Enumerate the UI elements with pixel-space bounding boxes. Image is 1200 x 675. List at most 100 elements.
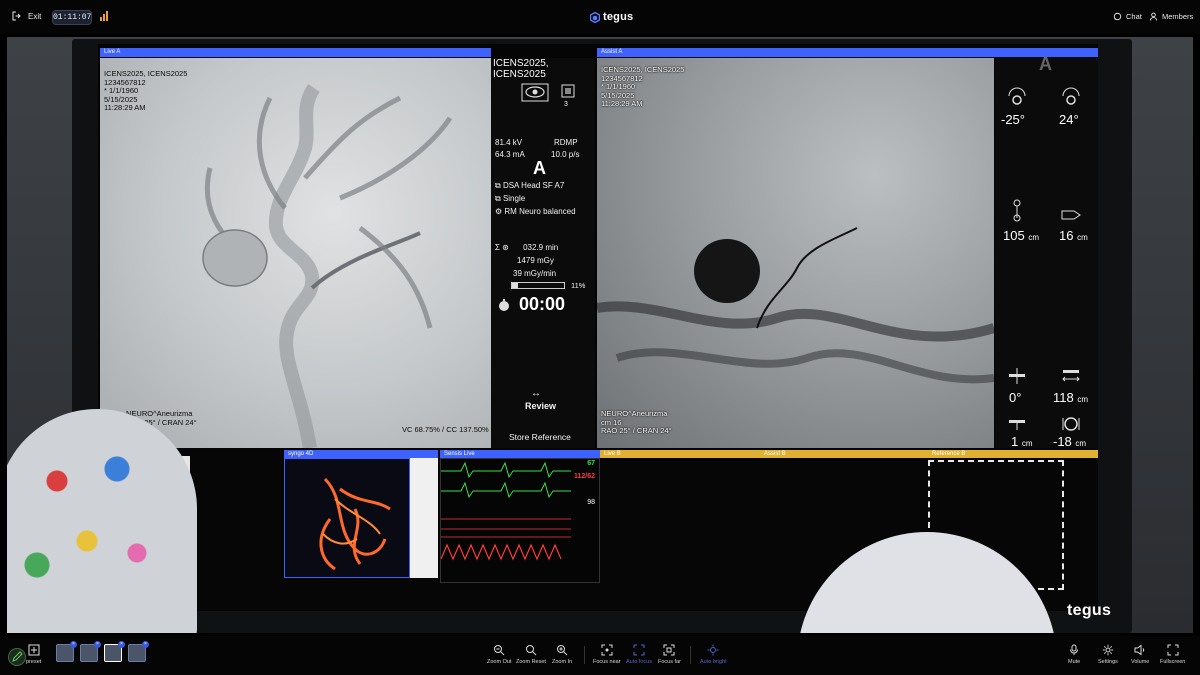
mode-value: RDMP bbox=[554, 138, 578, 147]
close-icon[interactable]: × bbox=[142, 641, 149, 648]
settings-button[interactable]: Settings bbox=[1098, 644, 1118, 665]
patient-name: ICENS2025, ICENS2025 bbox=[493, 58, 549, 80]
close-icon[interactable]: × bbox=[118, 641, 125, 648]
assist-a-header: Assist A bbox=[597, 48, 1098, 57]
close-icon[interactable]: × bbox=[70, 641, 77, 648]
zoom-reset-icon bbox=[525, 645, 537, 656]
syngo-header: syngo 4D bbox=[284, 450, 438, 458]
close-icon[interactable]: × bbox=[94, 641, 101, 648]
dose-percent: 11% bbox=[571, 281, 586, 290]
person-head-left bbox=[7, 409, 197, 633]
acquisition-mode-text: Single bbox=[502, 194, 526, 203]
focus-far-button[interactable]: Focus far bbox=[658, 644, 681, 665]
table-longitudinal-unit: cm bbox=[1021, 439, 1033, 448]
assist-a-patient-info: ICENS2025, ICENS2025 1234567812 * 1/1/19… bbox=[601, 65, 685, 108]
acquisition-mode: ⧉ Single bbox=[495, 194, 526, 203]
preset-thumbnail-2[interactable]: × bbox=[80, 641, 101, 662]
zoom-in-button[interactable]: Zoom In bbox=[552, 644, 572, 665]
store-reference-button[interactable]: Store Reference bbox=[509, 432, 571, 442]
toolbar-divider bbox=[584, 646, 585, 664]
image-count: 3 bbox=[564, 101, 568, 108]
review-button[interactable]: Review bbox=[525, 401, 556, 411]
gear-icon bbox=[1102, 644, 1114, 656]
exit-button[interactable]: Exit bbox=[12, 11, 41, 21]
mute-label: Mute bbox=[1068, 659, 1081, 665]
focus-near-button[interactable]: Focus near bbox=[593, 644, 621, 665]
angiography-screen: Live A Assist A ICENS2025, ICENS2025 123… bbox=[98, 44, 1098, 611]
table-height-unit: cm bbox=[1028, 233, 1039, 242]
zoom-reset-button[interactable]: Zoom Reset bbox=[516, 644, 546, 665]
brand-icon bbox=[590, 11, 600, 23]
bottom-toolbar: preset × × × × Zoom Out Zoom Reset Zoom … bbox=[0, 636, 1200, 675]
fluoro-drawing bbox=[597, 227, 994, 384]
geometry-plane: A bbox=[1039, 54, 1052, 74]
syngo-sidebar bbox=[410, 458, 438, 578]
zoom-in-label: Zoom In bbox=[552, 659, 573, 665]
stopwatch-icon bbox=[499, 299, 509, 311]
sensis-header: Sensis Live bbox=[440, 450, 600, 458]
auto-focus-label: Auto focus bbox=[626, 659, 652, 665]
auto-bright-button[interactable]: Auto bright bbox=[700, 644, 727, 665]
detector-icon bbox=[1061, 210, 1081, 220]
microphone-icon bbox=[1070, 644, 1079, 655]
brand-name: tegus bbox=[603, 11, 634, 23]
volume-button[interactable]: Volume bbox=[1131, 644, 1149, 665]
kv-value: 81.4 kV bbox=[495, 138, 523, 147]
exit-label: Exit bbox=[28, 11, 42, 21]
heart-rate: 67 bbox=[587, 460, 595, 467]
top-bar: Exit 01:11:07 tegus Chat Members bbox=[0, 0, 1200, 34]
mute-button[interactable]: Mute bbox=[1068, 644, 1080, 665]
angle-cran-caud: 24° bbox=[1059, 112, 1079, 127]
brightness-icon bbox=[707, 644, 719, 656]
angle-lao-rao: -25° bbox=[1001, 112, 1025, 127]
zoom-out-icon bbox=[494, 645, 505, 656]
preset-name-text: RM Neuro balanced bbox=[504, 207, 576, 216]
fd-size-unit: cm bbox=[1077, 233, 1088, 242]
tilt-icon bbox=[1062, 417, 1080, 431]
syngo-3d-render bbox=[319, 477, 391, 571]
table-long-icon bbox=[1009, 420, 1025, 430]
preset-thumbnail-1[interactable]: × bbox=[56, 641, 77, 662]
focus-near-icon bbox=[601, 644, 613, 656]
eye-icon bbox=[521, 83, 549, 102]
chat-button[interactable]: Chat bbox=[1113, 12, 1142, 21]
reference-b-header: Reference B bbox=[928, 450, 1098, 458]
members-label: Members bbox=[1162, 12, 1194, 21]
live-a-header: Live A bbox=[100, 48, 491, 57]
sid-distance-unit: cm bbox=[1077, 395, 1089, 404]
review-arrows-icon[interactable]: ↔ bbox=[531, 388, 541, 399]
ma-value: 64.3 mA bbox=[495, 150, 525, 159]
zoom-out-button[interactable]: Zoom Out bbox=[487, 644, 511, 665]
volume-label: Volume bbox=[1131, 659, 1150, 665]
preset-thumbnail-4[interactable]: × bbox=[128, 641, 149, 662]
table-height-value: 105 bbox=[1003, 228, 1025, 243]
annotate-button[interactable] bbox=[8, 648, 26, 666]
geometry-panel: A -25° 24° 105 cm 16 cm 0° 118 cm 1 cm -… bbox=[995, 54, 1098, 449]
dose-rate: 39 mGy/min bbox=[513, 269, 557, 278]
fullscreen-icon bbox=[1167, 644, 1179, 656]
toolbar-divider bbox=[690, 646, 691, 664]
table-longitudinal: 1 cm bbox=[1011, 434, 1033, 449]
preset-label: preset bbox=[26, 659, 42, 665]
fluoro-time: 032.9 min bbox=[523, 243, 559, 252]
sid-distance: 118 cm bbox=[1053, 390, 1088, 405]
elapsed-clock: 00:00 bbox=[519, 294, 566, 314]
syngo-3d-panel bbox=[284, 458, 410, 578]
members-button[interactable]: Members bbox=[1149, 12, 1193, 21]
total-dose: 1479 mGy bbox=[517, 256, 554, 265]
video-feed: Live A Assist A ICENS2025, ICENS2025 123… bbox=[7, 37, 1193, 633]
focus-near-label: Focus near bbox=[593, 659, 621, 665]
assist-b-header: Assist B bbox=[760, 450, 928, 458]
fullscreen-button[interactable]: Fullscreen bbox=[1160, 644, 1185, 665]
preset-thumbnail-3[interactable]: × bbox=[104, 641, 125, 662]
sensis-monitor: 67 112/62 98 bbox=[440, 458, 600, 583]
pencil-icon bbox=[12, 651, 23, 662]
auto-focus-button[interactable]: Auto focus bbox=[626, 644, 652, 665]
preset-icon bbox=[28, 644, 40, 656]
add-preset-button[interactable]: preset bbox=[26, 644, 41, 665]
spo2-value: 98 bbox=[587, 499, 595, 506]
rotation-icon bbox=[1062, 87, 1080, 105]
fullscreen-label: Fullscreen bbox=[1160, 659, 1186, 665]
fluoro-time-row: Σ ⊛ 032.9 min bbox=[495, 243, 559, 252]
image-count-icon bbox=[561, 84, 575, 98]
